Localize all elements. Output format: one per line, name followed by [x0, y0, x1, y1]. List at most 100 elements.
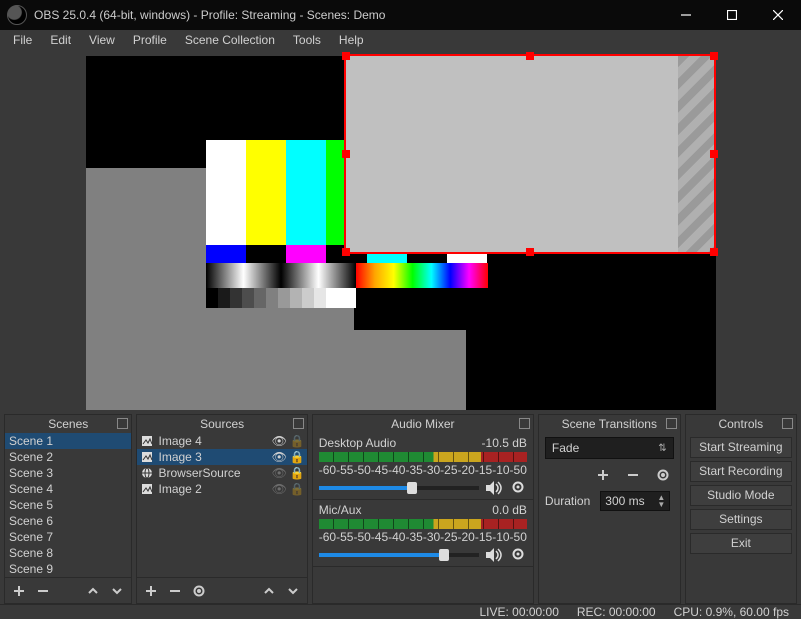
transitions-title: Scene Transitions — [562, 417, 657, 431]
transitions-panel: Scene Transitions Fade ⇅ Duration 300 ms… — [538, 414, 681, 604]
scene-item[interactable]: Scene 3 — [5, 465, 131, 481]
resize-handle[interactable] — [526, 52, 534, 60]
transition-properties-button[interactable] — [652, 465, 674, 485]
menu-scene-collection[interactable]: Scene Collection — [176, 30, 284, 50]
scene-item[interactable]: Scene 8 — [5, 545, 131, 561]
visibility-toggle[interactable]: 👁 — [272, 434, 286, 448]
scene-item[interactable]: Scene 1 — [5, 433, 131, 449]
titlebar: OBS 25.0.4 (64-bit, windows) - Profile: … — [0, 0, 801, 30]
gear-icon[interactable] — [511, 480, 527, 496]
mixer-body: Desktop Audio-10.5 dB-60-55-50-45-40-35-… — [313, 433, 533, 603]
menu-profile[interactable]: Profile — [124, 30, 176, 50]
menu-edit[interactable]: Edit — [41, 30, 80, 50]
gear-icon[interactable] — [511, 547, 527, 563]
selection-box[interactable] — [344, 54, 716, 254]
track-name: Mic/Aux — [319, 503, 362, 517]
resize-handle[interactable] — [342, 52, 350, 60]
volume-slider[interactable] — [319, 553, 479, 557]
source-name: Image 2 — [158, 482, 267, 496]
move-source-down-button[interactable] — [282, 581, 304, 601]
scene-item[interactable]: Scene 9 — [5, 561, 131, 577]
speaker-icon[interactable] — [485, 547, 505, 563]
lock-toggle[interactable]: 🔒 — [290, 450, 304, 464]
window-title: OBS 25.0.4 (64-bit, windows) - Profile: … — [34, 8, 663, 22]
resize-handle[interactable] — [710, 150, 718, 158]
duration-spinner[interactable]: 300 ms ▲▼ — [600, 491, 670, 511]
visibility-toggle[interactable]: 👁 — [272, 482, 286, 496]
statusbar: LIVE: 00:00:00 REC: 00:00:00 CPU: 0.9%, … — [0, 604, 801, 619]
resize-handle[interactable] — [342, 248, 350, 256]
detach-icon[interactable] — [782, 418, 793, 429]
resize-handle[interactable] — [710, 248, 718, 256]
scene-item[interactable]: Scene 2 — [5, 449, 131, 465]
scenes-list[interactable]: Scene 1Scene 2Scene 3Scene 4Scene 5Scene… — [5, 433, 131, 577]
app-logo — [7, 5, 27, 25]
lock-toggle[interactable]: 🔒 — [290, 466, 304, 480]
image-icon — [140, 482, 154, 496]
source-item[interactable]: BrowserSource 👁 🔒 — [137, 465, 306, 481]
source-item[interactable]: Image 3👁🔒 — [137, 449, 306, 465]
lock-toggle[interactable]: 🔒 — [290, 482, 304, 496]
duration-value: 300 ms — [605, 494, 644, 508]
meter-ticks: -60-55-50-45-40-35-30-25-20-15-10-50 — [319, 463, 527, 477]
move-source-up-button[interactable] — [258, 581, 280, 601]
menu-file[interactable]: File — [4, 30, 41, 50]
source-item[interactable]: Image 2 👁 🔒 — [137, 481, 306, 497]
settings-button[interactable]: Settings — [690, 509, 792, 530]
status-rec: REC: 00:00:00 — [577, 605, 656, 619]
sources-list[interactable]: Image 4👁🔒Image 3👁🔒BrowserSource👁🔒Image 2… — [137, 433, 306, 497]
detach-icon[interactable] — [117, 418, 128, 429]
preview-layer — [346, 56, 714, 252]
panels-row: Scenes Scene 1Scene 2Scene 3Scene 4Scene… — [0, 414, 801, 604]
move-scene-down-button[interactable] — [106, 581, 128, 601]
audio-mixer-panel: Audio Mixer Desktop Audio-10.5 dB-60-55-… — [312, 414, 534, 604]
exit-button[interactable]: Exit — [690, 533, 792, 554]
chevron-updown-icon: ⇅ — [658, 443, 666, 454]
track-level: -10.5 dB — [482, 436, 527, 450]
menu-tools[interactable]: Tools — [284, 30, 330, 50]
add-transition-button[interactable] — [592, 465, 614, 485]
volume-slider[interactable] — [319, 486, 479, 490]
transition-select[interactable]: Fade ⇅ — [545, 437, 674, 459]
remove-source-button[interactable] — [164, 581, 186, 601]
speaker-icon[interactable] — [485, 480, 505, 496]
studio-mode-button[interactable]: Studio Mode — [690, 485, 792, 506]
scene-item[interactable]: Scene 4 — [5, 481, 131, 497]
resize-handle[interactable] — [342, 150, 350, 158]
minimize-button[interactable] — [663, 0, 709, 30]
add-source-button[interactable] — [140, 581, 162, 601]
add-scene-button[interactable] — [8, 581, 30, 601]
lock-toggle[interactable]: 🔒 — [290, 434, 304, 448]
transition-value: Fade — [552, 441, 579, 455]
controls-title: Controls — [718, 417, 763, 431]
close-button[interactable] — [755, 0, 801, 30]
visibility-toggle[interactable]: 👁 — [272, 450, 286, 464]
resize-handle[interactable] — [526, 248, 534, 256]
preview-canvas[interactable] — [86, 56, 716, 410]
resize-handle[interactable] — [710, 52, 718, 60]
source-item[interactable]: Image 4👁🔒 — [137, 433, 306, 449]
status-live: LIVE: 00:00:00 — [479, 605, 558, 619]
scene-item[interactable]: Scene 7 — [5, 529, 131, 545]
visibility-toggle[interactable]: 👁 — [272, 466, 286, 480]
start-recording-button[interactable]: Start Recording — [690, 461, 792, 482]
start-streaming-button[interactable]: Start Streaming — [690, 437, 792, 458]
source-properties-button[interactable] — [188, 581, 210, 601]
maximize-button[interactable] — [709, 0, 755, 30]
mixer-track: Mic/Aux0.0 dB-60-55-50-45-40-35-30-25-20… — [313, 500, 533, 567]
detach-icon[interactable] — [519, 418, 530, 429]
source-name: BrowserSource — [158, 466, 267, 480]
remove-transition-button[interactable] — [622, 465, 644, 485]
remove-scene-button[interactable] — [32, 581, 54, 601]
move-scene-up-button[interactable] — [82, 581, 104, 601]
preview-area[interactable] — [0, 50, 801, 414]
chevron-down-icon[interactable]: ▼ — [657, 501, 665, 508]
detach-icon[interactable] — [293, 418, 304, 429]
vu-meter — [319, 519, 527, 529]
menu-help[interactable]: Help — [330, 30, 373, 50]
menu-view[interactable]: View — [80, 30, 124, 50]
scene-item[interactable]: Scene 5 — [5, 497, 131, 513]
vu-meter — [319, 452, 527, 462]
detach-icon[interactable] — [666, 418, 677, 429]
scene-item[interactable]: Scene 6 — [5, 513, 131, 529]
